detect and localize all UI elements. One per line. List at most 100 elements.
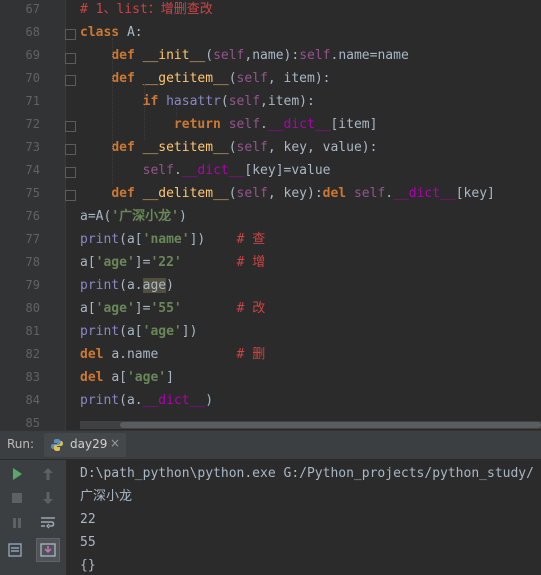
code-token: self [213,48,245,63]
line-number-gutter: 67 68 69 70 71 72 73 74 75 76 77 78 79 80 81 82 83 84 85 [0,0,66,430]
code-line[interactable]: a=A('广深小龙') [80,205,187,228]
code-token: # 查 [236,232,266,247]
soft-wrap-icon [41,517,55,529]
console-output[interactable]: D:\path_python\python.exe G:/Python_proj… [72,460,541,575]
code-token: # 改 [236,301,266,316]
code-token: self [236,140,268,155]
fold-marker-icon[interactable] [65,29,76,40]
run-label: Run: [7,437,35,451]
line-number: 84 [25,393,40,407]
code-token: ]) [189,232,237,247]
fold-marker-icon[interactable] [65,53,76,64]
code-line[interactable]: self.__dict__[key]=value [80,159,331,182]
code-token: self [236,71,268,86]
line-number: 75 [25,186,40,200]
code-token: # 1、list：增删查改 [80,2,213,17]
scrollbar-thumb[interactable] [120,422,541,428]
indent-guide [176,107,177,117]
code-token: age [142,278,167,293]
code-line[interactable]: # 1、list：增删查改 [80,0,213,21]
code-line[interactable]: print(a.age) [80,274,174,297]
code-line[interactable]: a['age']='22' # 增 [80,251,265,274]
code-token: [item] [330,117,378,132]
down-arrow-icon [43,492,53,504]
code-editor[interactable]: 67 68 69 70 71 72 73 74 75 76 77 78 79 80 81 82 83 84 85 #… [0,0,541,430]
pause-button[interactable] [7,513,27,533]
code-token: __setitem__ [142,140,229,155]
code-token: print [80,393,120,408]
code-token: . [260,117,268,132]
print-button[interactable] [5,540,25,560]
code-token: def [111,48,143,63]
code-token: ]= [134,301,151,316]
line-number: 85 [25,416,40,430]
code-token: class [80,25,127,40]
code-token: self [228,117,261,132]
fold-marker-icon[interactable] [65,75,76,86]
code-line[interactable]: def __setitem__(self, key, value): [80,136,377,159]
code-line[interactable]: def __delitem__(self, key):del self.__di… [80,182,495,205]
down-button[interactable] [38,488,58,508]
code-token: ( [228,140,237,155]
run-tab-day29[interactable]: day29 × [44,433,126,457]
line-number: 74 [25,163,40,177]
pause-icon [13,518,21,528]
code-token: def [111,140,143,155]
code-line[interactable]: def __getitem__(self, item): [80,67,330,90]
code-token: # 删 [236,347,266,362]
code-token: print [80,278,120,293]
code-token: (a[ [119,232,143,247]
run-button[interactable] [7,464,27,484]
code-token: del [80,347,112,362]
fold-marker-icon[interactable] [65,144,76,155]
code-token: '22' [150,255,182,270]
fold-marker-icon[interactable] [65,121,76,132]
code-line[interactable]: def __init__(self,name):self.name=name [80,44,408,67]
code-token: del [80,370,112,385]
code-line[interactable]: del a['age'] [80,366,174,389]
code-line[interactable]: del a.name # 删 [80,343,265,366]
tab-label: day29 [70,437,108,451]
up-button[interactable] [38,464,58,484]
fold-marker-icon[interactable] [65,167,76,178]
code-token: return [173,117,229,132]
code-token: self [236,186,268,201]
code-token: (a[ [119,324,143,339]
line-number: 78 [25,255,40,269]
scroll-to-end-button[interactable] [36,538,60,562]
code-token: __dict__ [181,163,245,178]
code-token: , key): [267,186,323,201]
code-token: print [80,324,120,339]
run-panel-header: Run: day29 × [0,431,541,460]
code-line[interactable]: print(a['age']) [80,320,197,343]
code-line[interactable]: return self.__dict__[item] [80,113,378,136]
fold-marker-icon[interactable] [65,190,76,201]
soft-wrap-button[interactable] [38,513,58,533]
code-token: # 增 [236,255,266,270]
line-number: 72 [25,117,40,131]
code-token: ]= [134,255,151,270]
code-token: [key]=value [244,163,331,178]
line-number: 76 [25,209,40,223]
code-token: del [322,186,354,201]
close-icon[interactable]: × [110,436,120,450]
code-token: ) [178,209,187,224]
code-token: 'age' [95,301,135,316]
code-line[interactable]: print(a.__dict__) [80,389,213,412]
code-line[interactable]: a['age']='55' # 改 [80,297,265,320]
horizontal-scrollbar[interactable] [80,421,541,429]
code-token: self [142,163,174,178]
code-line[interactable]: print(a['name']) # 查 [80,228,265,251]
code-token: '广深小龙' [111,209,179,224]
line-number: 71 [25,94,40,108]
code-token: ]) [181,324,198,339]
code-token: ,name): [244,48,300,63]
code-token: __dict__ [142,393,206,408]
code-token: print [80,232,120,247]
stop-icon [12,493,22,503]
code-line[interactable]: if hasattr(self,item): [80,90,315,113]
code-token: __getitem__ [142,71,229,86]
line-number: 67 [25,2,40,16]
stop-button[interactable] [7,488,27,508]
